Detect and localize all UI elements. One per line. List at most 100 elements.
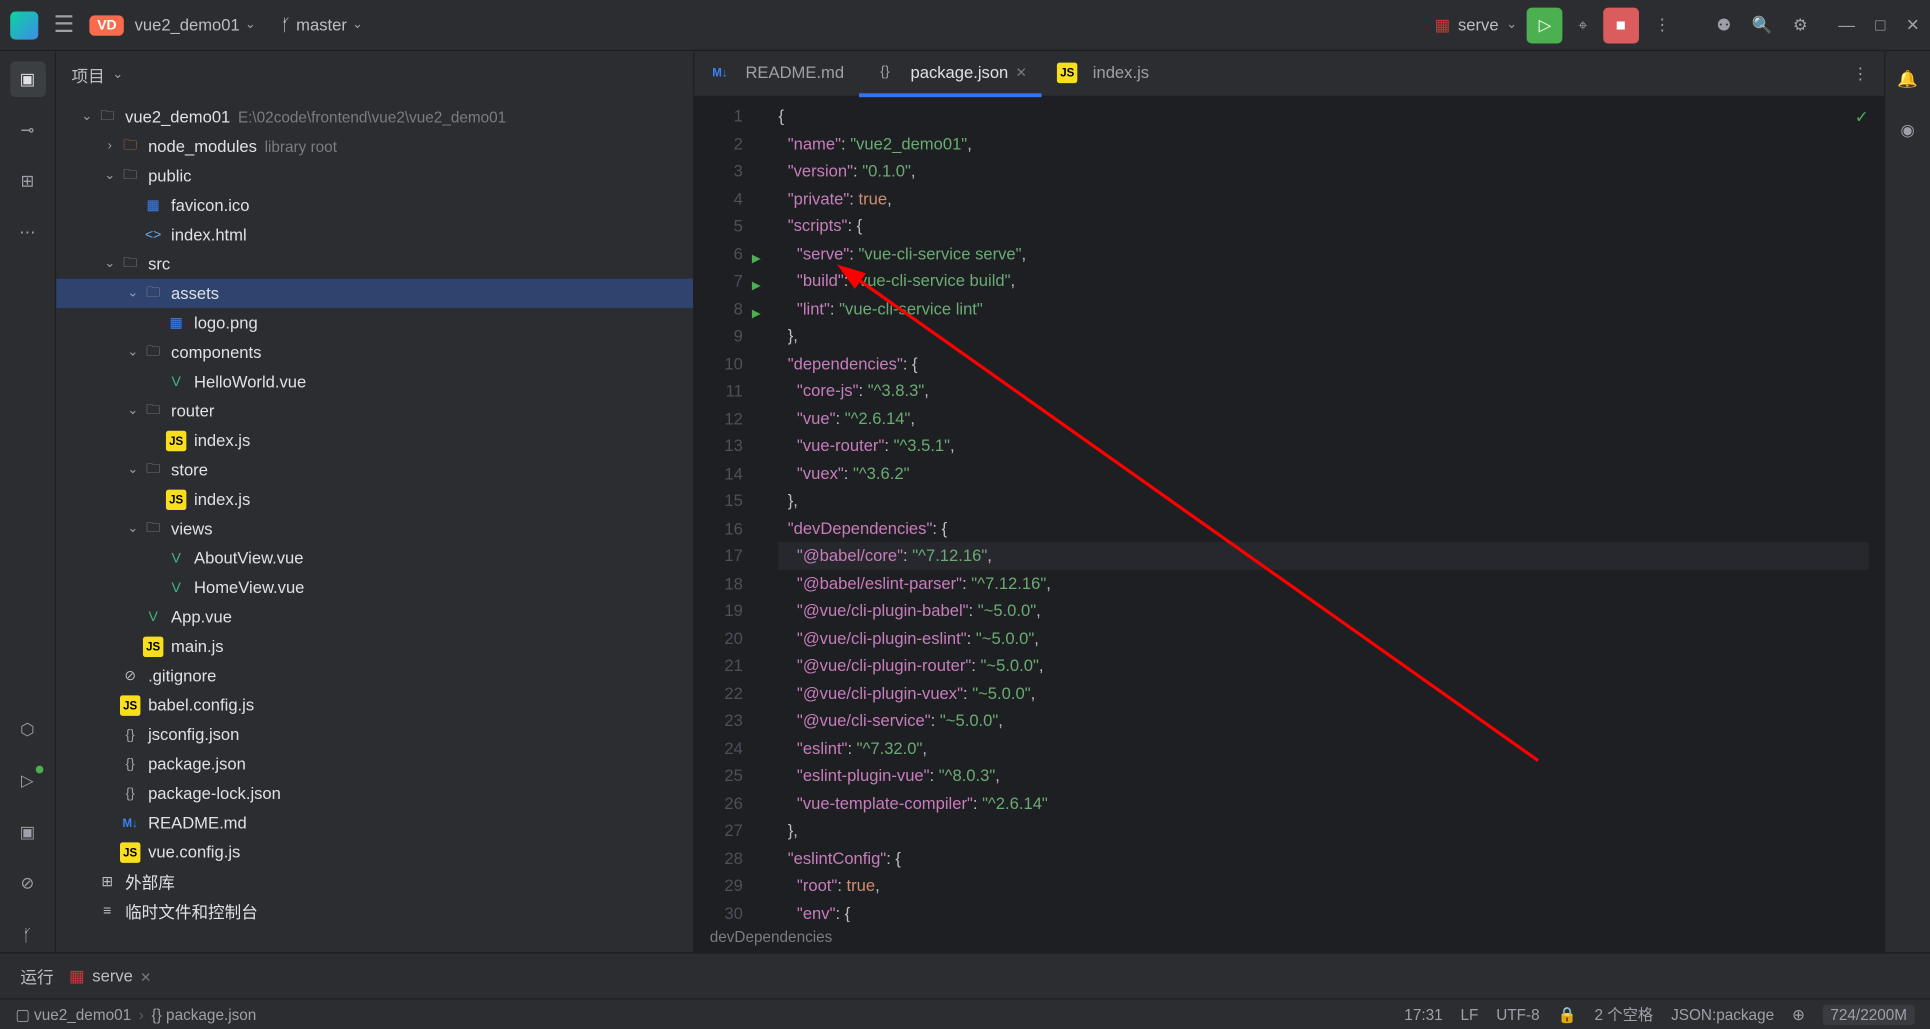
tree-item-app-vue[interactable]: VApp.vue — [56, 602, 693, 631]
editor-gutter[interactable]: 123456▶7▶8▶91011121314151617181920212223… — [694, 97, 755, 921]
more-tool-icon[interactable]: ⋯ — [10, 215, 46, 251]
file-name: vue.config.js — [148, 842, 240, 861]
tree-item-components[interactable]: ⌄🗀components — [56, 337, 693, 366]
file-meta: E:\02code\frontend\vue2\vue2_demo01 — [238, 108, 506, 126]
tree-item-main-js[interactable]: JSmain.js — [56, 631, 693, 660]
tree-item-index-js[interactable]: JSindex.js — [56, 426, 693, 455]
structure-tool-icon[interactable]: ⊞ — [10, 164, 46, 200]
tree-item-views[interactable]: ⌄🗀views — [56, 514, 693, 543]
tree-item-public[interactable]: ⌄🗀public — [56, 161, 693, 190]
tree-item-package-lock-json[interactable]: {}package-lock.json — [56, 778, 693, 807]
vcs-branch[interactable]: ᚶ master ⌄ — [281, 15, 363, 34]
tree-item-aboutview-vue[interactable]: VAboutView.vue — [56, 543, 693, 572]
tree-item-store[interactable]: ⌄🗀store — [56, 455, 693, 484]
vcs-tool-icon[interactable]: ᚶ — [10, 917, 46, 953]
stop-button[interactable]: ■ — [1603, 7, 1639, 43]
inspection-ok-icon[interactable]: ✓ — [1855, 107, 1869, 127]
notifications-icon[interactable]: 🔔 — [1890, 61, 1926, 97]
file-icon: ⊞ — [97, 871, 117, 891]
app-icon — [10, 11, 38, 39]
tree-item-babel-config-js[interactable]: JSbabel.config.js — [56, 690, 693, 719]
tree-item--gitignore[interactable]: ⊘.gitignore — [56, 661, 693, 690]
commit-tool-icon[interactable]: ⊸ — [10, 112, 46, 148]
tree-item-readme-md[interactable]: M↓README.md — [56, 808, 693, 837]
tree-item-node-modules[interactable]: ›🗀node_moduleslibrary root — [56, 132, 693, 161]
status-encoding[interactable]: UTF-8 — [1496, 1005, 1539, 1023]
services-tool-icon[interactable]: ⬡ — [10, 712, 46, 748]
file-icon: {} — [120, 724, 140, 744]
file-icon: 🗀 — [143, 283, 163, 303]
debug-button[interactable]: ⌖ — [1573, 10, 1593, 41]
close-icon[interactable]: × — [141, 966, 151, 986]
tab-actions-icon[interactable]: ⋮ — [1837, 63, 1884, 83]
tree-item-favicon-ico[interactable]: ▦favicon.ico — [56, 190, 693, 219]
tree-item-jsconfig-json[interactable]: {} jsconfig.json — [56, 720, 693, 749]
tree-item-assets[interactable]: ⌄🗀assets — [56, 279, 693, 308]
run-button[interactable]: ▷ — [1527, 7, 1563, 43]
project-selector[interactable]: vue2_demo01 ⌄ — [135, 15, 256, 34]
tree-item---------[interactable]: ≡临时文件和控制台 — [56, 896, 693, 925]
file-icon: {} — [875, 61, 895, 81]
status-lang[interactable]: JSON:package — [1671, 1005, 1774, 1023]
status-eol[interactable]: LF — [1461, 1005, 1479, 1023]
terminal-tool-icon[interactable]: ▣ — [10, 814, 46, 850]
file-name: 临时文件和控制台 — [125, 899, 258, 923]
search-icon[interactable]: 🔍 — [1747, 10, 1778, 41]
run-panel-label: 运行 — [20, 964, 53, 988]
project-panel: 项目 ⌄ ⌄🗀vue2_demo01E:\02code\frontend\vue… — [56, 51, 694, 952]
status-reader-icon[interactable]: ⊕ — [1792, 1005, 1805, 1023]
run-tool-icon[interactable]: ▷ — [10, 763, 46, 799]
file-name: logo.png — [194, 313, 258, 332]
file-name: jsconfig.json — [148, 725, 239, 744]
tree-item-index-html[interactable]: <>index.html — [56, 220, 693, 249]
status-time: 17:31 — [1404, 1005, 1442, 1023]
file-icon: 🗀 — [143, 342, 163, 362]
status-indent[interactable]: 2 个空格 — [1594, 1003, 1653, 1025]
status-project[interactable]: ▢ vue2_demo01 — [15, 1005, 131, 1023]
tree-item----[interactable]: ⊞外部库 — [56, 867, 693, 896]
project-tool-icon[interactable]: ▣ — [10, 61, 46, 97]
project-tree[interactable]: ⌄🗀vue2_demo01E:\02code\frontend\vue2\vue… — [56, 97, 693, 952]
file-name: HelloWorld.vue — [194, 372, 306, 391]
status-file[interactable]: {} package.json — [152, 1005, 257, 1023]
left-tool-rail: ▣ ⊸ ⊞ ⋯ ⬡ ▷ ▣ ⊘ ᚶ — [0, 51, 56, 952]
run-config-selector[interactable]: ▦ serve ⌄ — [1435, 15, 1517, 35]
tree-item-helloworld-vue[interactable]: VHelloWorld.vue — [56, 367, 693, 396]
file-name: README.md — [148, 813, 247, 832]
ai-assistant-icon[interactable]: ◉ — [1890, 112, 1926, 148]
project-panel-header[interactable]: 项目 ⌄ — [56, 51, 693, 97]
file-icon: JS — [120, 695, 140, 715]
window-minimize-button[interactable]: — — [1838, 15, 1855, 35]
close-icon[interactable]: × — [1016, 61, 1026, 81]
tree-item-index-js[interactable]: JSindex.js — [56, 484, 693, 513]
tab-index-js[interactable]: JSindex.js — [1042, 51, 1165, 96]
npm-icon: ▦ — [69, 966, 85, 986]
tree-item-package-json[interactable]: {}package.json — [56, 749, 693, 778]
file-icon: <> — [143, 224, 163, 244]
status-lock-icon[interactable]: 🔒 — [1558, 1005, 1577, 1023]
tree-item-logo-png[interactable]: ▦ logo.png — [56, 308, 693, 337]
tree-item-vue2-demo01[interactable]: ⌄🗀vue2_demo01E:\02code\frontend\vue2\vue… — [56, 102, 693, 131]
tree-item-src[interactable]: ⌄🗀src — [56, 249, 693, 278]
tab-readme-md[interactable]: M↓README.md — [694, 51, 859, 96]
file-name: views — [171, 519, 213, 538]
file-icon: 🗀 — [143, 460, 163, 480]
main-menu-button[interactable]: ☰ — [49, 6, 80, 43]
more-actions-icon[interactable]: ⋮ — [1649, 10, 1676, 41]
tab-package-json[interactable]: {}package.json× — [859, 51, 1041, 96]
tree-item-vue-config-js[interactable]: JSvue.config.js — [56, 837, 693, 866]
file-icon: JS — [143, 636, 163, 656]
status-memory[interactable]: 724/2200M — [1823, 1004, 1915, 1024]
problems-tool-icon[interactable]: ⊘ — [10, 865, 46, 901]
editor-content[interactable]: { "name": "vue2_demo01", "version": "0.1… — [756, 97, 1884, 921]
code-with-me-icon[interactable]: ⚉ — [1711, 10, 1736, 41]
window-close-button[interactable]: ✕ — [1906, 15, 1920, 35]
tree-item-homeview-vue[interactable]: VHomeView.vue — [56, 573, 693, 602]
file-icon: ▦ — [166, 313, 186, 333]
settings-icon[interactable]: ⚙ — [1788, 10, 1813, 41]
run-tab-serve[interactable]: ▦ serve × — [69, 966, 151, 986]
tree-item-router[interactable]: ⌄🗀router — [56, 396, 693, 425]
window-maximize-button[interactable]: □ — [1875, 15, 1885, 35]
editor-breadcrumb[interactable]: devDependencies — [694, 922, 1884, 953]
file-name: vue2_demo01 — [125, 107, 230, 126]
